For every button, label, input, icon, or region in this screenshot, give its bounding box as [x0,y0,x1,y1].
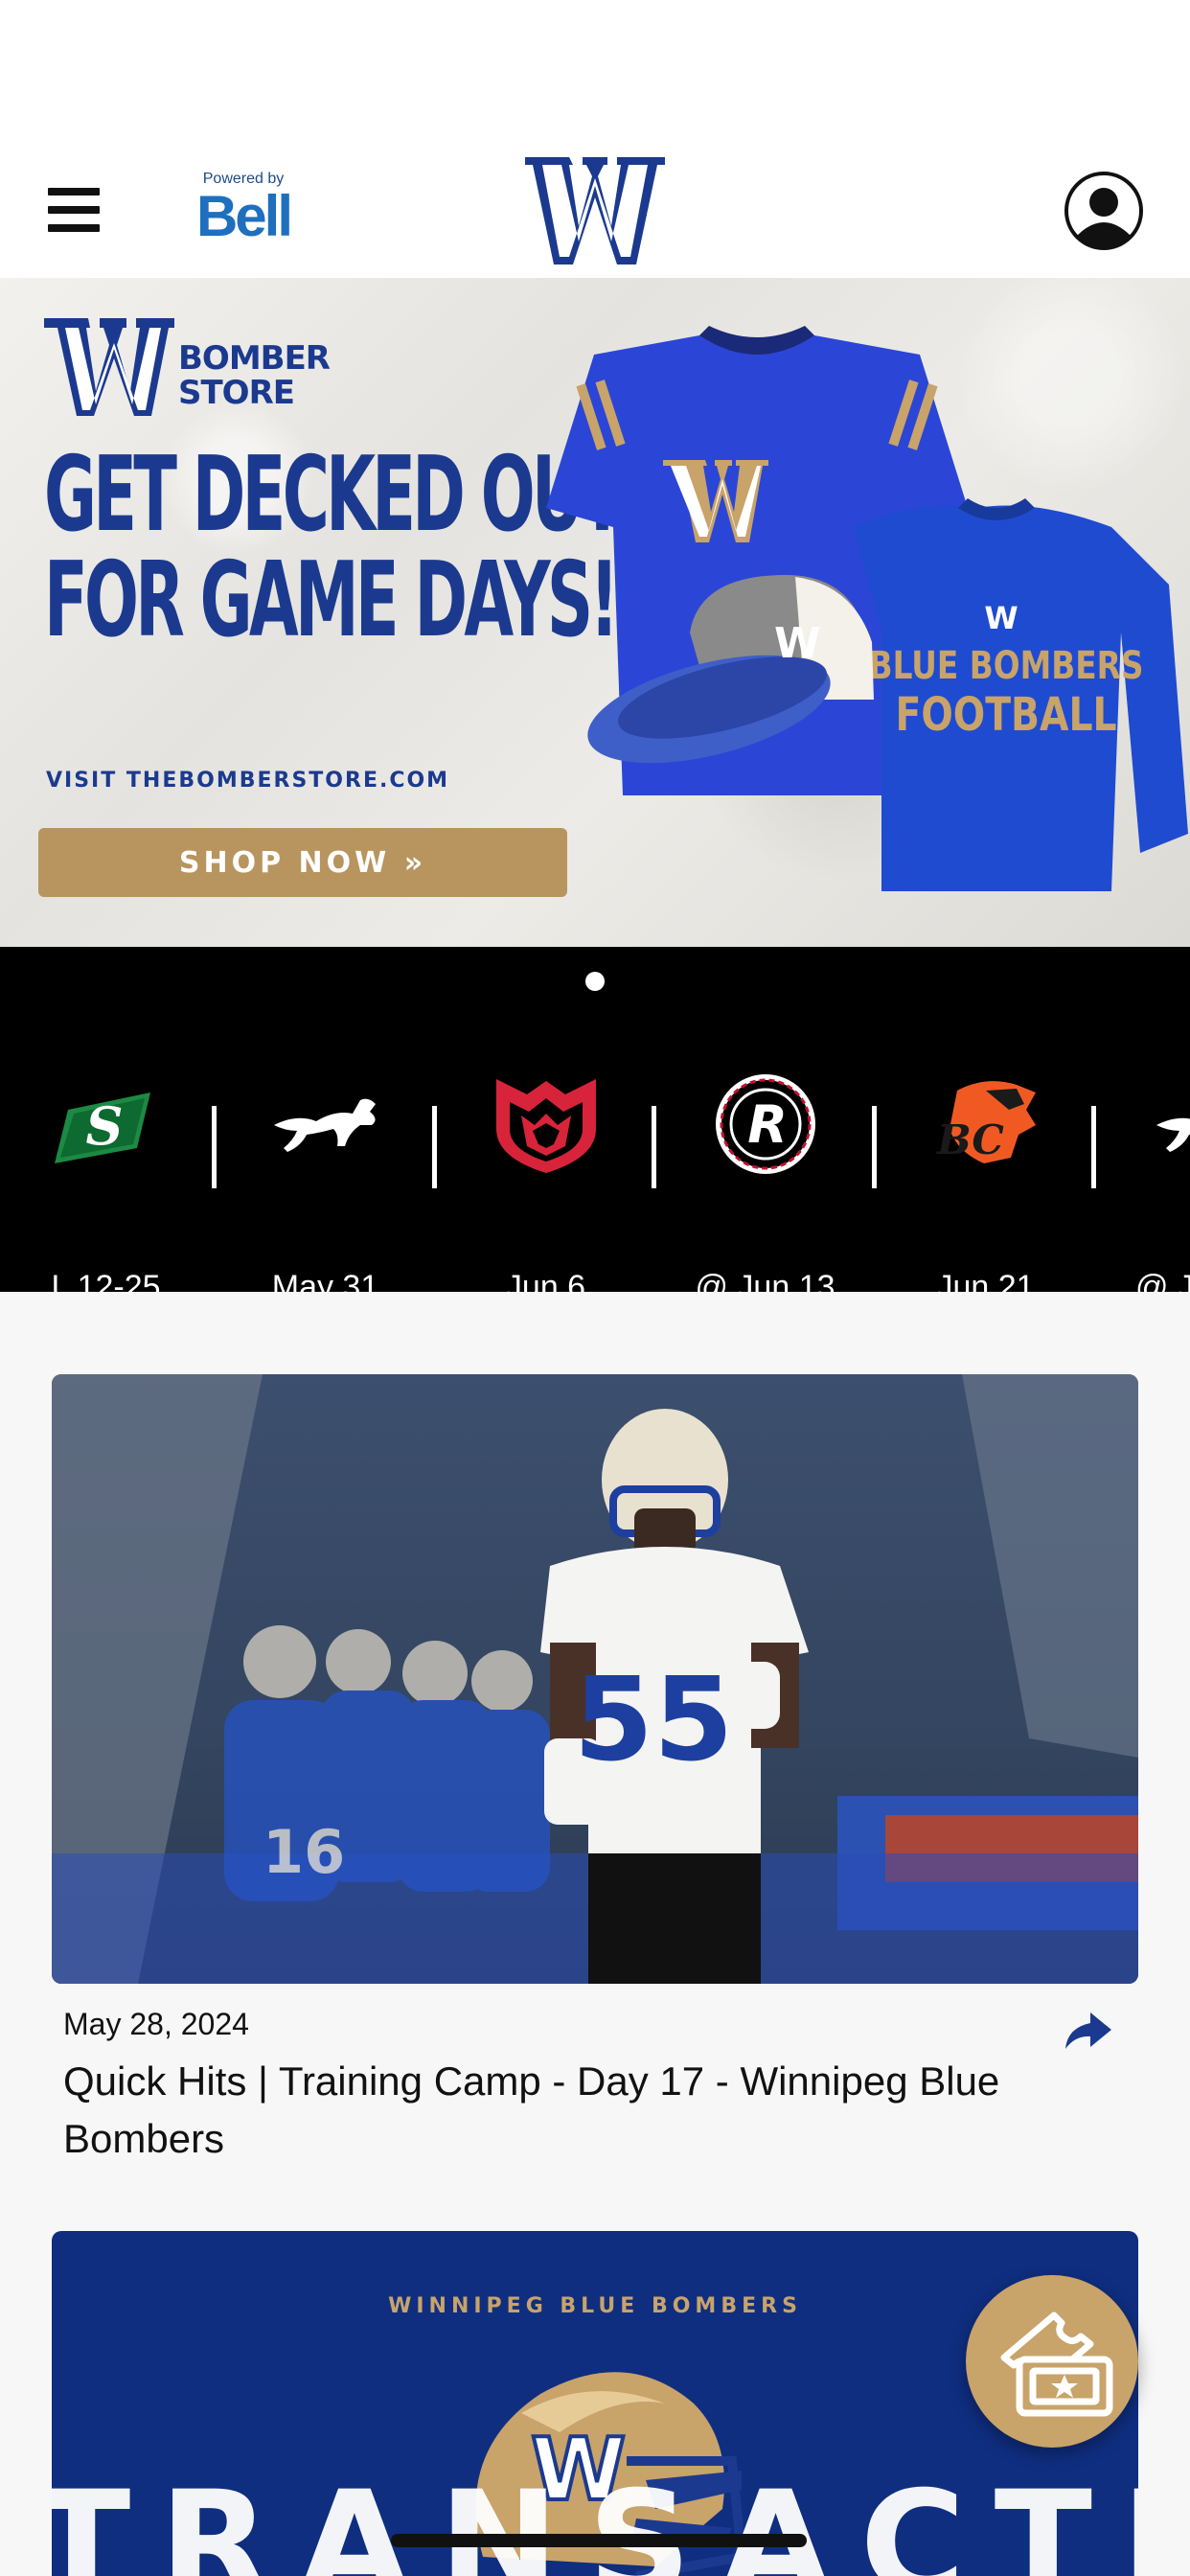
bomber-store-label: BOMBER STORE [178,341,341,410]
merchandise-image: W BLUE BOMBERS FOOTBALL W [546,326,1188,891]
app-screen: Powered by Bell BOMBER STORE GET DECKED … [0,0,1190,2576]
sweater-text-2: FOOTBALL [895,688,1116,742]
svg-text:S: S [85,1095,123,1157]
store-line-1: BOMBER [178,339,331,378]
schedule-strip[interactable]: S L 12-25 May 31 Jun 6 R @ Jun 13 BC Jun… [0,1004,1190,1292]
calgary-stampeders-logo-icon [273,1098,376,1152]
bc-lions-logo-icon: BC [936,1081,1036,1163]
game-label: Jun 21 [936,1269,1035,1292]
article-title[interactable]: Quick Hits | Training Camp - Day 17 - Wi… [63,2053,1021,2168]
svg-text:R: R [747,1094,788,1155]
headline-line-1: GET DECKED OUT [44,435,624,555]
hamburger-menu-icon[interactable] [48,188,100,232]
carousel-dot-active[interactable] [585,972,605,991]
top-nav-bar: Powered by Bell [0,144,1190,278]
status-bar [0,0,1190,144]
bg-jersey-number: 16 [263,1817,345,1887]
share-icon[interactable] [1062,2007,1115,2055]
promo-banner[interactable]: BOMBER STORE GET DECKED OUT FOR GAME DAY… [0,278,1190,947]
game-item[interactable]: R @ Jun 13 [655,1071,875,1292]
article-date: May 28, 2024 [63,2007,249,2041]
game-item[interactable]: May 31 [216,1071,435,1292]
ottawa-redblacks-logo-icon: R [715,1074,815,1174]
carousel-indicator [0,947,1190,1004]
montreal-alouettes-logo-icon [495,1079,596,1173]
winnipeg-w-logo[interactable] [525,157,665,264]
bell-sponsor-logo[interactable]: Powered by Bell [195,171,293,251]
game-label: May 31 [271,1269,379,1292]
store-line-2: STORE [178,374,295,412]
game-label: L 12-25 [51,1269,161,1292]
game-item[interactable]: Jun 6 [436,1071,655,1292]
tickets-button[interactable] [966,2275,1138,2448]
card-big-text: TRANSACTIONS [52,2461,1138,2576]
svg-text:BC: BC [936,1116,1004,1163]
headline-line-2: FOR GAME DAYS! [44,540,619,660]
sweater-text-1: BLUE BOMBERS [869,643,1144,688]
game-label: Jun 6 [505,1269,586,1292]
player-jersey-number: 55 [574,1654,734,1787]
game-item[interactable]: S L 12-25 [0,1071,216,1292]
store-url-text: VISIT THEBOMBERSTORE.COM [46,769,450,793]
tickets-icon [1000,2312,1113,2417]
svg-text:W: W [984,600,1018,636]
game-item[interactable]: BC Jun 21 [876,1071,1095,1292]
bell-wordmark: Bell [195,184,293,248]
game-label: @ J [1135,1269,1190,1292]
shop-now-button[interactable]: SHOP NOW » [38,828,567,897]
saskatchewan-roughriders-logo-icon: S [54,1092,150,1163]
game-item[interactable]: @ J [1095,1071,1190,1292]
calgary-stampeders-logo-icon [1156,1117,1190,1152]
banner-headline: GET DECKED OUT FOR GAME DAYS! [44,435,624,660]
account-icon[interactable] [1064,171,1144,251]
game-label: @ Jun 13 [695,1269,835,1292]
svg-text:W: W [774,619,821,668]
home-indicator[interactable] [391,2534,807,2547]
article-image[interactable]: 16 55 [52,1374,1138,1984]
training-camp-photo: 16 55 [52,1374,1138,1984]
